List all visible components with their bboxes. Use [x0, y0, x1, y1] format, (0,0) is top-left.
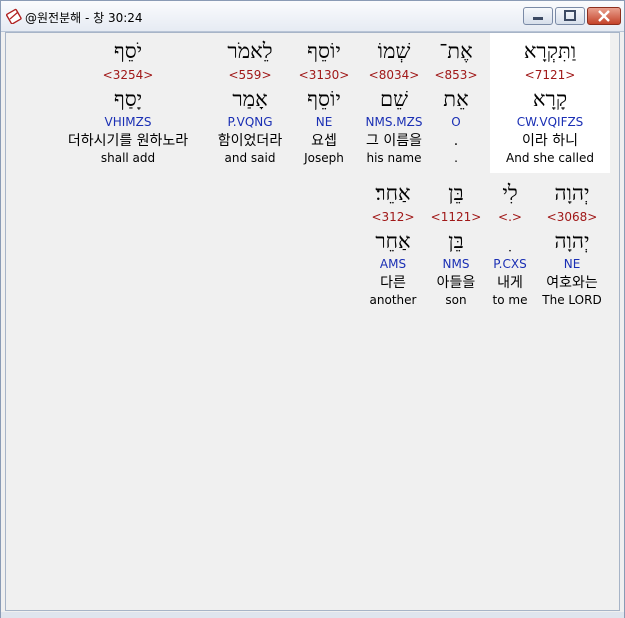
english-gloss: to me: [492, 293, 528, 307]
strong-number[interactable]: <7121>: [490, 68, 610, 82]
hebrew-lemma: יוֹסֵף: [307, 87, 341, 111]
word-column[interactable]: וַתִּקְרָא <7121> קָרָא CW.VQIFZS 이라 하니 …: [490, 33, 610, 173]
word-column[interactable]: אַחֵר׃ <312> אַחֵר AMS 다른 another: [360, 175, 426, 315]
english-gloss: .: [454, 151, 458, 165]
word-column[interactable]: בֵּן <1121> בֵּן NMS 아들을 son: [426, 175, 486, 315]
hebrew-lemma: יְהוָה: [554, 229, 590, 253]
morphology-code: VHIMZS: [104, 115, 152, 129]
hebrew-lemma: שֵׁם: [380, 87, 408, 111]
window-title: @원전분해 - 창 30:24: [25, 11, 143, 25]
word-column[interactable]: לֵאמֹר <559> אָמַר P.VQNG 함이었더라 and said: [210, 33, 290, 173]
korean-gloss: 더하시기를 원하노라: [67, 133, 189, 149]
hebrew-word: בֵּן: [448, 181, 464, 205]
hebrew-word: וַתִּקְרָא: [523, 39, 577, 63]
morphology-code: O: [451, 115, 461, 129]
word-column[interactable]: יְהוָה <3068> יְהוָה NE 여호와는 The LORD: [532, 175, 612, 315]
korean-gloss: 다른: [380, 275, 406, 291]
word-column[interactable]: יוֹסֵף <3130> יוֹסֵף NE 요셉 Joseph: [296, 33, 352, 173]
strong-number[interactable]: <1121>: [426, 210, 486, 224]
morphology-code: P.CXS: [493, 257, 527, 271]
strong-number[interactable]: <.>: [482, 210, 538, 224]
hebrew-lemma: יָסַף: [113, 87, 143, 111]
maximize-icon: [564, 10, 576, 21]
window-bottom-border: [1, 612, 624, 618]
english-gloss: son: [445, 293, 467, 307]
hebrew-word: אַחֵר׃: [375, 181, 411, 205]
morphology-code: NE: [563, 257, 581, 271]
korean-gloss: 요셉: [311, 133, 337, 149]
english-gloss: shall add: [100, 151, 156, 165]
hebrew-lemma: אַחֵר: [375, 229, 411, 253]
hebrew-word: אֶת־: [439, 39, 473, 63]
close-button[interactable]: [587, 7, 621, 25]
strong-number[interactable]: <3130>: [296, 68, 352, 82]
hebrew-word: לֵאמֹר: [227, 39, 273, 63]
english-gloss: And she called: [506, 151, 594, 165]
english-gloss: Joseph: [304, 151, 344, 165]
morphology-code: NMS.MZS: [365, 115, 423, 129]
title-bar[interactable]: @원전분해 - 창 30:24: [1, 1, 624, 32]
hebrew-lemma: ִ: [482, 229, 538, 253]
english-gloss: another: [369, 293, 417, 307]
word-column[interactable]: אֶת־ <853> אֵת O . .: [426, 33, 486, 173]
hebrew-word: יֹסֵף: [113, 39, 143, 63]
strong-number[interactable]: <8034>: [354, 68, 434, 82]
korean-gloss: 여호와는: [546, 275, 598, 291]
minimize-icon: [533, 17, 543, 20]
morphology-code: NMS: [442, 257, 470, 271]
korean-gloss: 그 이름을: [366, 133, 422, 149]
word-column[interactable]: יֹסֵף <3254> יָסַף VHIMZS 더하시기를 원하노라 sha…: [58, 33, 198, 173]
close-icon: [598, 10, 610, 22]
hebrew-lemma: אֵת: [443, 87, 469, 111]
morphology-code: CW.VQIFZS: [516, 115, 584, 129]
maximize-button[interactable]: [555, 7, 585, 25]
strong-number[interactable]: <853>: [426, 68, 486, 82]
word-column[interactable]: לִי <.> ִ P.CXS 내게 to me: [482, 175, 538, 315]
bible-app-icon[interactable]: [6, 8, 22, 24]
morphology-code: NE: [315, 115, 333, 129]
korean-gloss: 함이었더라: [217, 133, 283, 149]
hebrew-lemma: קָרָא: [532, 87, 568, 111]
strong-number[interactable]: <3068>: [532, 210, 612, 224]
hebrew-word: שְׁמוֹ: [377, 39, 411, 63]
morphology-code: P.VQNG: [227, 115, 273, 129]
strong-number[interactable]: <312>: [360, 210, 426, 224]
english-gloss: and said: [224, 151, 276, 165]
korean-gloss: 아들을: [436, 275, 476, 291]
english-gloss: The LORD: [542, 293, 602, 307]
hebrew-word: לִי: [502, 181, 518, 205]
hebrew-word: יְהוָה: [554, 181, 590, 205]
korean-gloss: 이라 하니: [522, 133, 578, 149]
korean-gloss: 내게: [497, 275, 523, 291]
app-window: @원전분해 - 창 30:24 וַתִּקְרָא <7121> קָרָא …: [0, 0, 625, 618]
hebrew-lemma: אָמַר: [232, 87, 268, 111]
strong-number[interactable]: <559>: [210, 68, 290, 82]
strong-number[interactable]: <3254>: [58, 68, 198, 82]
english-gloss: his name: [366, 151, 422, 165]
minimize-button[interactable]: [523, 7, 553, 25]
morphology-code: AMS: [379, 257, 407, 271]
word-column[interactable]: שְׁמוֹ <8034> שֵׁם NMS.MZS 그 이름을 his nam…: [354, 33, 434, 173]
hebrew-lemma: בֵּן: [448, 229, 464, 253]
korean-gloss: .: [453, 133, 459, 149]
interlinear-panel: וַתִּקְרָא <7121> קָרָא CW.VQIFZS 이라 하니 …: [5, 32, 620, 611]
hebrew-word: יוֹסֵף: [307, 39, 341, 63]
